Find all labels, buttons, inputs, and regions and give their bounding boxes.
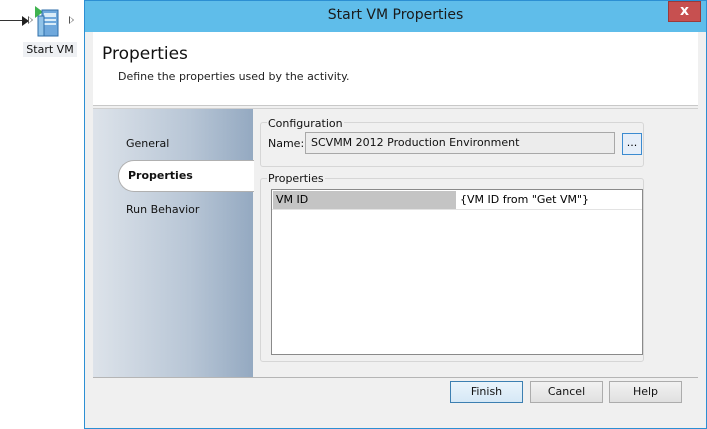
dialog-title: Start VM Properties (327, 7, 464, 23)
runbook-canvas: Start VM (0, 0, 84, 429)
header-subtitle: Define the properties used by the activi… (118, 70, 350, 83)
configuration-group-label: Configuration (267, 117, 344, 130)
dialog-body: General Properties Run Behavior Configur… (93, 108, 698, 378)
name-label: Name: (268, 137, 305, 150)
output-port-icon[interactable] (69, 16, 74, 24)
close-button[interactable]: x (668, 1, 701, 22)
property-name-cell[interactable]: VM ID (273, 191, 456, 209)
nav-item-general[interactable]: General (126, 137, 169, 150)
nav-item-properties[interactable]: Properties (118, 160, 254, 192)
content-panel: Configuration Name: SCVMM 2012 Productio… (253, 109, 698, 377)
dialog-titlebar[interactable]: Start VM Properties x (85, 1, 706, 32)
link-line[interactable] (0, 20, 24, 21)
finish-button[interactable]: Finish (450, 381, 523, 403)
activity-label[interactable]: Start VM (23, 42, 77, 57)
properties-grid[interactable]: VM ID {VM ID from "Get VM"} (271, 189, 643, 355)
dialog-header: Properties Define the properties used by… (93, 32, 698, 106)
name-field[interactable]: SCVMM 2012 Production Environment (305, 132, 615, 154)
properties-dialog: Start VM Properties x Properties Define … (84, 0, 707, 429)
browse-button[interactable]: ... (622, 133, 642, 155)
cancel-button[interactable]: Cancel (530, 381, 603, 403)
header-title: Properties (102, 44, 188, 64)
nav-item-run-behavior[interactable]: Run Behavior (126, 203, 199, 216)
help-button[interactable]: Help (609, 381, 682, 403)
property-value-cell[interactable]: {VM ID from "Get VM"} (460, 191, 589, 209)
vm-start-icon[interactable] (33, 4, 63, 38)
nav-panel: General Properties Run Behavior (93, 109, 254, 377)
properties-group-label: Properties (267, 172, 325, 185)
table-row[interactable]: VM ID {VM ID from "Get VM"} (272, 190, 642, 210)
